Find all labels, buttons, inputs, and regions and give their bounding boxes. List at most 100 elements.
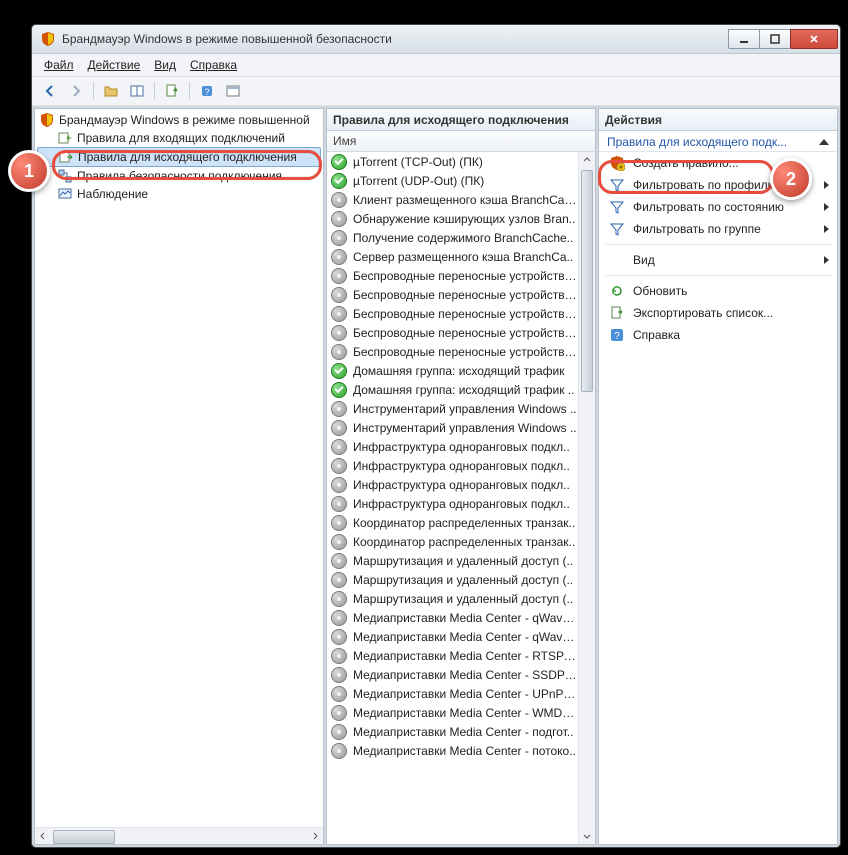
- rule-row[interactable]: Медиаприставки Media Center - qWave ..: [327, 627, 595, 646]
- firewall-shield-icon: [40, 31, 56, 47]
- nav-forward-button[interactable]: [64, 79, 88, 103]
- nav-back-button[interactable]: [38, 79, 62, 103]
- scroll-right-arrow-icon[interactable]: [307, 828, 323, 844]
- scroll-down-arrow-icon[interactable]: [579, 828, 595, 844]
- tree-connection-security-rules[interactable]: Правила безопасности подключения: [35, 167, 323, 185]
- scrollbar-thumb[interactable]: [581, 170, 593, 392]
- rule-row[interactable]: Инструментарий управления Windows ..: [327, 418, 595, 437]
- action-help[interactable]: ? Справка: [599, 324, 837, 346]
- rule-row[interactable]: Инфраструктура одноранговых подкл..: [327, 456, 595, 475]
- rule-enabled-icon: [331, 173, 347, 189]
- rule-row[interactable]: Домашняя группа: исходящий трафик: [327, 361, 595, 380]
- rule-enabled-icon: [331, 154, 347, 170]
- rule-row[interactable]: Маршрутизация и удаленный доступ (..: [327, 570, 595, 589]
- outbound-rules-icon: [58, 149, 74, 165]
- scroll-up-arrow-icon[interactable]: [579, 152, 595, 168]
- tree-root[interactable]: Брандмауэр Windows в режиме повышенной: [35, 111, 323, 129]
- tree-inbound-rules[interactable]: Правила для входящих подключений: [35, 129, 323, 147]
- navigation-tree[interactable]: Брандмауэр Windows в режиме повышенной П…: [35, 109, 323, 827]
- rule-row[interactable]: Сервер размещенного кэша BranchCa..: [327, 247, 595, 266]
- toolbar-properties-icon[interactable]: [221, 79, 245, 103]
- maximize-button[interactable]: [759, 29, 791, 49]
- inbound-rules-icon: [57, 130, 73, 146]
- rules-list[interactable]: µTorrent (TCP-Out) (ПК)µTorrent (UDP-Out…: [327, 152, 595, 844]
- rule-row[interactable]: Координатор распределенных транзак..: [327, 513, 595, 532]
- rule-name: Медиаприставки Media Center - WMDR..: [353, 706, 577, 720]
- toolbar-help-icon[interactable]: ?: [195, 79, 219, 103]
- rule-row[interactable]: Беспроводные переносные устройства..: [327, 304, 595, 323]
- horizontal-scrollbar[interactable]: [35, 827, 323, 844]
- rule-name: Инфраструктура одноранговых подкл..: [353, 497, 577, 511]
- rule-row[interactable]: Медиаприставки Media Center - RTSP (..: [327, 646, 595, 665]
- rule-row[interactable]: Инфраструктура одноранговых подкл..: [327, 475, 595, 494]
- rule-name: Домашняя группа: исходящий трафик: [353, 364, 577, 378]
- action-label: Обновить: [633, 284, 687, 298]
- rule-name: Медиаприставки Media Center - подгот..: [353, 725, 577, 739]
- action-filter-group[interactable]: Фильтровать по группе: [599, 218, 837, 240]
- scrollbar-thumb[interactable]: [53, 830, 115, 844]
- collapse-arrow-icon[interactable]: [819, 139, 829, 145]
- titlebar[interactable]: Брандмауэр Windows в режиме повышенной б…: [32, 25, 840, 54]
- rule-row[interactable]: Беспроводные переносные устройства..: [327, 266, 595, 285]
- menu-file[interactable]: Файл: [38, 56, 80, 74]
- rule-disabled-icon: [331, 743, 347, 759]
- actions-header: Действия: [599, 109, 837, 131]
- rule-row[interactable]: µTorrent (UDP-Out) (ПК): [327, 171, 595, 190]
- scroll-left-arrow-icon[interactable]: [35, 828, 51, 844]
- menu-action[interactable]: Действие: [82, 56, 147, 74]
- rule-row[interactable]: Медиаприставки Media Center - потоко..: [327, 741, 595, 760]
- rule-row[interactable]: Медиаприставки Media Center - qWave ..: [327, 608, 595, 627]
- menu-view[interactable]: Вид: [148, 56, 182, 74]
- rule-disabled-icon: [331, 249, 347, 265]
- tree-monitoring[interactable]: Наблюдение: [35, 185, 323, 203]
- rule-row[interactable]: Беспроводные переносные устройства..: [327, 323, 595, 342]
- rule-row[interactable]: Беспроводные переносные устройства..: [327, 342, 595, 361]
- menu-help[interactable]: Справка: [184, 56, 243, 74]
- rule-name: Медиаприставки Media Center - RTSP (..: [353, 649, 577, 663]
- menubar: Файл Действие Вид Справка: [32, 54, 840, 77]
- rule-row[interactable]: Инфраструктура одноранговых подкл..: [327, 437, 595, 456]
- rule-disabled-icon: [331, 477, 347, 493]
- rule-row[interactable]: Медиаприставки Media Center - SSDP (..: [327, 665, 595, 684]
- rule-row[interactable]: Клиент размещенного кэша BranchCac..: [327, 190, 595, 209]
- action-view[interactable]: Вид: [599, 249, 837, 271]
- toolbar-folder-icon[interactable]: [99, 79, 123, 103]
- rules-columns-row[interactable]: Имя: [327, 131, 595, 152]
- vertical-scrollbar[interactable]: [578, 152, 595, 844]
- rule-row[interactable]: Маршрутизация и удаленный доступ (..: [327, 589, 595, 608]
- rule-row[interactable]: Беспроводные переносные устройства..: [327, 285, 595, 304]
- toolbar-columns-icon[interactable]: [125, 79, 149, 103]
- submenu-arrow-icon: [824, 256, 829, 264]
- rule-row[interactable]: Медиаприставки Media Center - WMDR..: [327, 703, 595, 722]
- rule-name: Домашняя группа: исходящий трафик ..: [353, 383, 577, 397]
- rule-name: Медиаприставки Media Center - UPnP (..: [353, 687, 577, 701]
- rule-row[interactable]: Инфраструктура одноранговых подкл..: [327, 494, 595, 513]
- action-filter-state[interactable]: Фильтровать по состоянию: [599, 196, 837, 218]
- minimize-button[interactable]: [728, 29, 760, 49]
- rule-row[interactable]: Медиаприставки Media Center - UPnP (..: [327, 684, 595, 703]
- rule-row[interactable]: Координатор распределенных транзак..: [327, 532, 595, 551]
- action-export[interactable]: Экспортировать список...: [599, 302, 837, 324]
- rule-row[interactable]: Инструментарий управления Windows ..: [327, 399, 595, 418]
- rule-row[interactable]: Получение содержимого BranchCache..: [327, 228, 595, 247]
- tree-label: Правила безопасности подключения: [77, 169, 282, 183]
- rule-row[interactable]: Маршрутизация и удаленный доступ (..: [327, 551, 595, 570]
- close-button[interactable]: [790, 29, 838, 49]
- monitoring-icon: [57, 186, 73, 202]
- rule-disabled-icon: [331, 610, 347, 626]
- rule-row[interactable]: µTorrent (TCP-Out) (ПК): [327, 152, 595, 171]
- filter-icon: [609, 199, 625, 215]
- action-label: Справка: [633, 328, 680, 342]
- actions-group-title[interactable]: Правила для исходящего подк...: [599, 131, 837, 152]
- tree-label: Правила для входящих подключений: [77, 131, 285, 145]
- rule-row[interactable]: Домашняя группа: исходящий трафик ..: [327, 380, 595, 399]
- rule-row[interactable]: Обнаружение кэширующих узлов Bran..: [327, 209, 595, 228]
- rule-disabled-icon: [331, 268, 347, 284]
- rule-row[interactable]: Медиаприставки Media Center - подгот..: [327, 722, 595, 741]
- action-refresh[interactable]: Обновить: [599, 280, 837, 302]
- tree-outbound-rules[interactable]: Правила для исходящего подключения: [37, 147, 321, 167]
- rule-name: Координатор распределенных транзак..: [353, 535, 577, 549]
- column-name-header[interactable]: Имя: [333, 134, 356, 148]
- toolbar-separator: [189, 82, 190, 100]
- toolbar-export-icon[interactable]: [160, 79, 184, 103]
